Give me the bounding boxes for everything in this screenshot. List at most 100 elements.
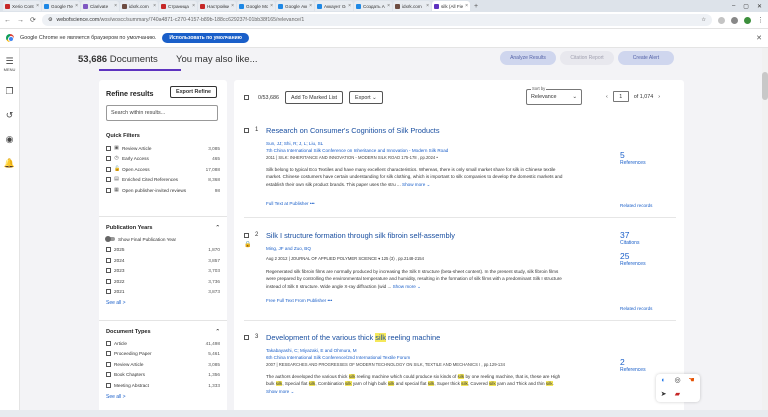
close-tab-icon[interactable]: × [36, 3, 39, 9]
analyze-results-button[interactable]: Analyze Results [500, 51, 556, 65]
browser-tab[interactable]: Google Акк × [276, 1, 314, 11]
add-to-marked-list-button[interactable]: Add To Marked List [284, 91, 344, 104]
close-tab-icon[interactable]: × [309, 3, 312, 9]
documents-tab[interactable]: 53,686 Documents [78, 54, 158, 65]
browser-tab[interactable]: Аккаунт Go × [315, 1, 353, 11]
filter-checkbox[interactable] [106, 278, 111, 284]
close-tab-icon[interactable]: × [270, 3, 273, 9]
close-tab-icon[interactable]: × [75, 3, 78, 9]
filter-checkbox[interactable] [106, 247, 111, 253]
prev-page-icon[interactable]: ‹ [606, 94, 608, 100]
scrollbar-thumb[interactable] [762, 72, 768, 100]
history-icon[interactable]: ↺ [5, 110, 15, 120]
sort-by-select[interactable]: Sort by Relevance ⌄ [526, 86, 582, 105]
more-options-icon[interactable]: ••• [327, 298, 332, 303]
related-records-link[interactable]: Related records [620, 306, 652, 311]
full-text-link[interactable]: Full Text at Publisher ••• [266, 201, 315, 206]
filter-checkbox[interactable] [106, 340, 111, 346]
browser-tab[interactable]: Страница × [159, 1, 197, 11]
export-refine-button[interactable]: Export Refine [170, 86, 217, 98]
filter-row[interactable]: Proceeding Paper 5,461 [106, 349, 220, 360]
copy-icon[interactable]: ❐ [5, 86, 15, 96]
filter-checkbox[interactable] [106, 289, 111, 295]
close-tab-icon[interactable]: × [231, 3, 234, 9]
doctypes-see-all-link[interactable]: See all > [106, 394, 220, 400]
filter-row[interactable]: Article 41,498 [106, 338, 220, 349]
toggle-switch[interactable] [105, 236, 115, 243]
citations-label[interactable]: Citations [620, 240, 639, 246]
close-icon[interactable]: ✕ [756, 34, 762, 42]
filter-checkbox[interactable] [106, 166, 111, 172]
record-authors[interactable]: Takabayashi, C; Miyazaki, E and Ohmura, … [266, 348, 357, 353]
browser-tab[interactable]: Xerio Contr × [3, 1, 41, 11]
filter-checkbox[interactable] [106, 156, 111, 162]
chevron-up-icon[interactable]: ⌃ [215, 329, 220, 335]
set-default-button[interactable]: Использовать по умолчанию [162, 33, 249, 43]
record-checkbox[interactable] [244, 127, 249, 133]
related-records-link[interactable]: Related records [620, 203, 652, 208]
record-authors[interactable]: Ming, JF and Zuo, BQ [266, 246, 311, 251]
close-window-icon[interactable]: ✕ [757, 3, 762, 10]
references-label[interactable]: References [620, 261, 646, 267]
browser-tab[interactable]: Настройки × [198, 1, 236, 11]
browser-tab[interactable]: Clarivate × [81, 1, 119, 11]
record-authors[interactable]: Sun, JJ; Shi, R; J, L; Liu, SL [266, 141, 323, 146]
filter-checkbox[interactable] [106, 351, 111, 357]
search-within-input[interactable]: Search within results... [106, 105, 218, 121]
filter-row[interactable]: 2024 3,857 [106, 255, 220, 266]
record-title-link[interactable]: Development of the various thick silk re… [266, 333, 440, 342]
account-icon[interactable]: ◉ [5, 134, 15, 144]
years-see-all-link[interactable]: See all > [106, 300, 220, 306]
filter-checkbox[interactable] [106, 177, 111, 183]
filter-checkbox[interactable] [106, 187, 111, 193]
record-title-link[interactable]: Silk I structure formation through silk … [266, 231, 455, 240]
references-label[interactable]: References [620, 160, 646, 166]
screenshot-icon[interactable]: ◐ [658, 376, 669, 386]
back-icon[interactable]: ← [4, 17, 11, 24]
browser-tab[interactable]: Создать Ak × [354, 1, 392, 11]
filter-row[interactable]: Meeting Abstract 1,333 [106, 380, 220, 391]
filter-row[interactable]: Review Article 3,085 [106, 359, 220, 370]
send-icon[interactable]: ➤ [658, 390, 669, 400]
references-label[interactable]: References [620, 367, 646, 373]
filter-row[interactable]: 2021 3,873 [106, 287, 220, 298]
record-checkbox[interactable] [244, 334, 249, 340]
filter-row[interactable]: ▦ Open publisher-invited reviews 98 [106, 185, 220, 196]
close-tab-icon[interactable]: × [153, 3, 156, 9]
chevron-up-icon[interactable]: ⌃ [215, 225, 220, 231]
chrome-menu-icon[interactable]: ⋮ [757, 16, 764, 24]
filter-row[interactable]: ▤ Enriched Cited References 8,368 [106, 175, 220, 186]
url-field[interactable]: ⚙ webofscience.com/wos/woscc/summary/740… [41, 14, 712, 26]
filter-checkbox[interactable] [106, 372, 111, 378]
show-more-link[interactable]: Show more ⌄ [266, 389, 294, 394]
record-conference[interactable]: 7th China International Silk Conference … [266, 148, 448, 153]
browser-tab[interactable]: idxrk.com × [120, 1, 158, 11]
close-tab-icon[interactable]: × [348, 3, 351, 9]
more-options-icon[interactable]: ••• [310, 201, 315, 206]
show-more-link[interactable]: Show more ⌄ [393, 284, 421, 289]
browser-tab[interactable]: silk (All Field× [432, 1, 470, 11]
view-icon[interactable]: ◎ [672, 376, 683, 386]
forward-icon[interactable]: → [17, 17, 24, 24]
references-count[interactable]: 5 [620, 150, 625, 160]
filter-row[interactable]: 2023 3,703 [106, 266, 220, 277]
you-may-like-tab[interactable]: You may also like... [176, 54, 258, 65]
select-all-checkbox[interactable] [244, 95, 249, 100]
filter-row[interactable]: 2025 1,870 [106, 245, 220, 256]
filter-checkbox[interactable] [106, 361, 111, 367]
filter-row[interactable]: Book Chapters 1,356 [106, 370, 220, 381]
filter-checkbox[interactable] [106, 268, 111, 274]
record-title-link[interactable]: Research on Consumer's Cognitions of Sil… [266, 126, 440, 135]
close-tab-icon[interactable]: × [192, 3, 195, 9]
filter-checkbox[interactable] [106, 382, 111, 388]
filter-row[interactable]: 2022 3,736 [106, 276, 220, 287]
filter-row[interactable]: ▣ Review Article 3,085 [106, 143, 220, 154]
bell-icon[interactable]: 🔔 [4, 158, 15, 168]
close-tab-icon[interactable]: × [114, 3, 117, 9]
final-year-toggle-row[interactable]: Show Final Publication Year [105, 234, 220, 245]
close-tab-icon[interactable]: × [426, 3, 429, 9]
references-count[interactable]: 2 [620, 357, 625, 367]
bookmark-star-icon[interactable]: ☆ [701, 17, 706, 23]
filter-row[interactable]: 🔓 Open Access 17,088 [106, 164, 220, 175]
close-tab-icon[interactable]: × [387, 3, 390, 9]
